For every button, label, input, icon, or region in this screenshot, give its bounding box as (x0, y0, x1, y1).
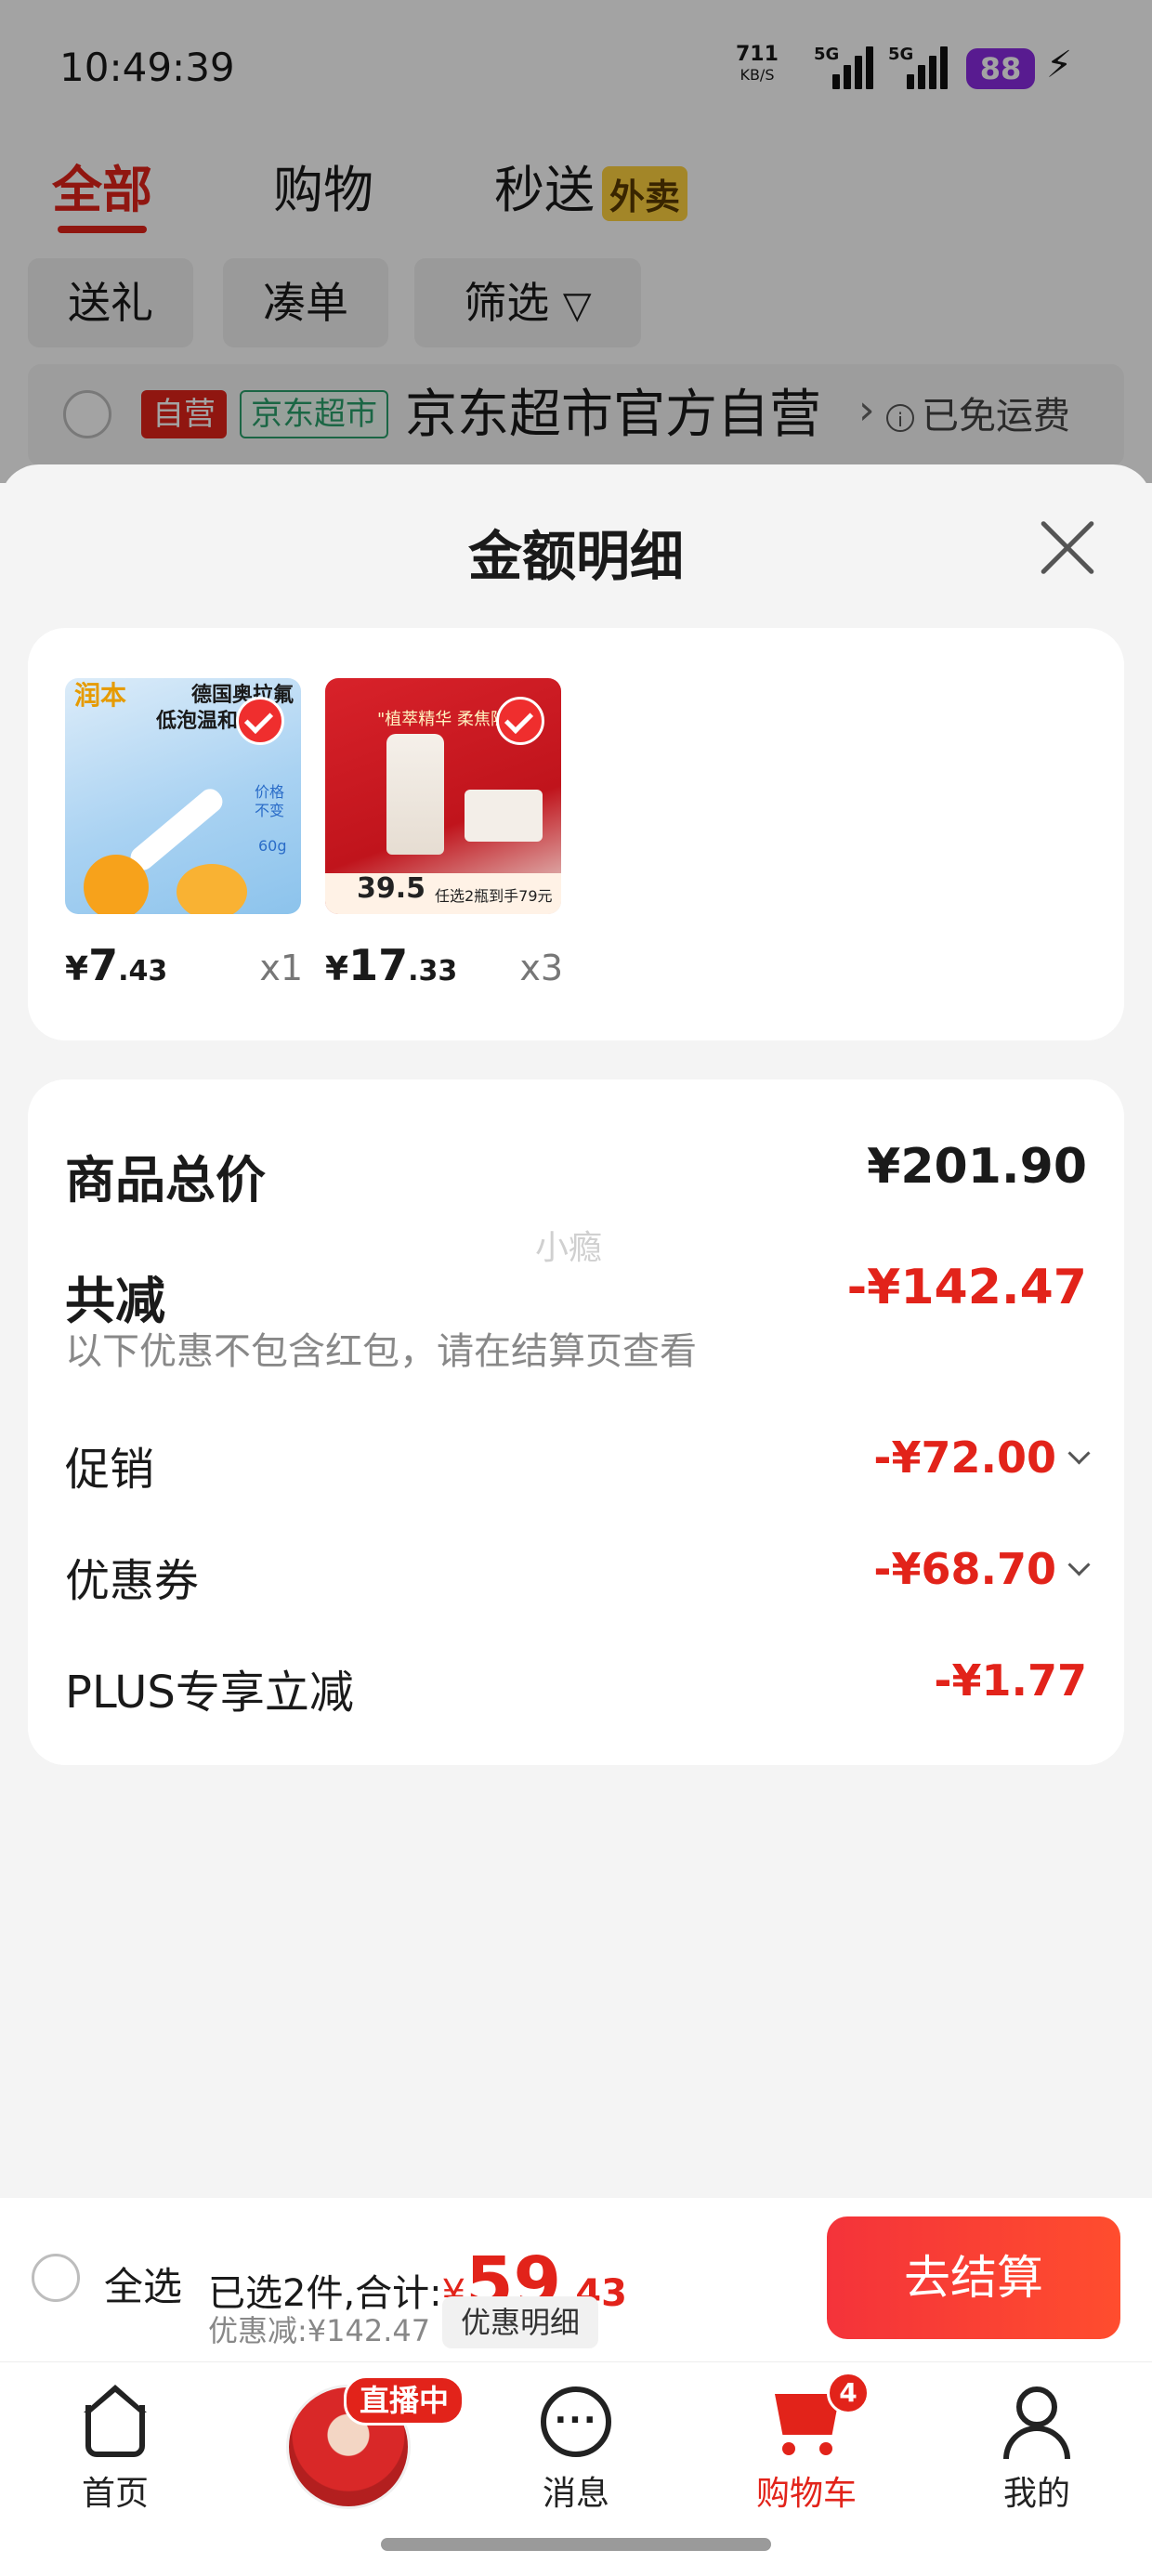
total-reduction-value: -¥142.47 (846, 1260, 1087, 1315)
tab-me-label: 我的 (1002, 2475, 1070, 2513)
product-price-dec: .33 (408, 955, 458, 987)
chevron-down-icon[interactable] (1067, 1442, 1091, 1465)
tab-cart[interactable]: 4 购物车 (732, 2372, 881, 2515)
chevron-down-icon[interactable] (1067, 1553, 1091, 1576)
product-price: ¥7.43 (65, 940, 167, 990)
coupon-row[interactable]: 优惠券 -¥68.70 (65, 1544, 1091, 1607)
modal-overlay[interactable] (0, 0, 1152, 483)
home-indicator[interactable] (381, 2538, 771, 2551)
product-price-dec: .43 (118, 955, 168, 987)
product-item[interactable]: "植萃精华 柔焦隐形毛 39.5 任选2瓶到手79元 ¥17.33 x3 (325, 678, 563, 990)
select-all-radio[interactable] (32, 2254, 80, 2302)
cart-page-background: 10:49:39 711 KB/S 5G 5G 88 ⚡ 全部 购物 秒送 外卖 … (0, 0, 1152, 483)
home-icon (78, 2385, 152, 2459)
tab-home-label: 首页 (81, 2475, 149, 2513)
profile-icon (1000, 2385, 1074, 2459)
discount-detail-button[interactable]: 优惠明细 (442, 2296, 599, 2348)
product-thumbnails-card: 润本 德国奥拉氟 低泡温和 价格 不变 60g ¥7.43 x1 "植萃精华 柔… (28, 628, 1124, 1040)
close-icon[interactable] (1037, 517, 1098, 578)
selected-check-icon (496, 697, 544, 745)
coupon-value: -¥68.70 (873, 1544, 1091, 1594)
total-reduction-row: 共减 -¥142.47 (65, 1260, 1087, 1330)
product-price: ¥17.33 (325, 940, 457, 990)
tab-home[interactable]: 首页 (41, 2385, 190, 2515)
plus-discount-row: PLUS专享立减 -¥1.77 (65, 1655, 1087, 1719)
total-price-row: 商品总价 ¥201.90 (65, 1139, 1087, 1210)
checkout-button[interactable]: 去结算 (827, 2216, 1120, 2339)
product-price-int: 17 (348, 940, 409, 990)
product-quantity: x3 (519, 948, 563, 988)
promotion-label: 促销 (65, 1444, 155, 1496)
sheet-title: 金额明细 (467, 525, 684, 588)
tab-me[interactable]: 我的 (962, 2385, 1111, 2515)
product-image-text: 润本 (74, 680, 127, 711)
product-image-text: 60g (258, 837, 287, 855)
product-image[interactable]: 润本 德国奥拉氟 低泡温和 价格 不变 60g (65, 678, 301, 914)
product-image[interactable]: "植萃精华 柔焦隐形毛 39.5 任选2瓶到手79元 (325, 678, 561, 914)
product-price-currency: ¥ (325, 950, 349, 988)
total-price-label: 商品总价 (65, 1151, 266, 1210)
product-item[interactable]: 润本 德国奥拉氟 低泡温和 价格 不变 60g ¥7.43 x1 (65, 678, 303, 990)
product-image-text: 39.5 (357, 872, 426, 905)
product-price-int: 7 (88, 940, 119, 990)
orange-slice (177, 864, 247, 914)
toothpaste-tube (125, 784, 228, 875)
promotion-amount: -¥72.00 (873, 1432, 1056, 1483)
promotion-value: -¥72.00 (873, 1432, 1091, 1483)
discount-summary: 优惠减:¥142.47 (208, 2313, 431, 2348)
serum-bottle (386, 734, 444, 855)
message-icon: ··· (539, 2385, 613, 2459)
total-price-value: ¥201.90 (867, 1139, 1087, 1195)
cart-count-badge: 4 (827, 2372, 870, 2414)
product-image-text: 不变 (255, 802, 285, 819)
product-image-text: 低泡温和 (156, 710, 239, 733)
promotion-row[interactable]: 促销 -¥72.00 (65, 1432, 1091, 1496)
product-price-currency: ¥ (65, 950, 89, 988)
tab-cart-label: 购物车 (755, 2475, 857, 2513)
orange-slice (84, 855, 149, 914)
plus-discount-value: -¥1.77 (934, 1655, 1087, 1706)
cart-icon: 4 (769, 2372, 870, 2459)
coupon-amount: -¥68.70 (873, 1544, 1056, 1594)
tab-messages[interactable]: ··· 消息 (502, 2385, 650, 2515)
reduction-note: 以下优惠不包含红包，请在结算页查看 (65, 1330, 697, 1373)
plus-discount-label: PLUS专享立减 (65, 1667, 354, 1719)
amount-detail-sheet: 金额明细 润本 德国奥拉氟 低泡温和 价格 不变 60g ¥7.43 x1 "植… (0, 464, 1152, 2198)
product-quantity: x1 (259, 948, 303, 988)
select-all-label[interactable]: 全选 (104, 2256, 182, 2312)
selected-check-icon (236, 697, 284, 745)
gift-box (465, 790, 543, 842)
coupon-label: 优惠券 (65, 1555, 200, 1607)
live-badge: 直播中 (344, 2375, 465, 2426)
checkout-bar: 全选 已选2件,合计:¥59.43 优惠减:¥142.47 优惠明细 去结算 (0, 2198, 1152, 2361)
price-summary-card: 小瘾 商品总价 ¥201.90 共减 -¥142.47 以下优惠不包含红包，请在… (28, 1079, 1124, 1765)
tab-messages-label: 消息 (542, 2475, 609, 2513)
product-image-text: 任选2瓶到手79元 (435, 887, 553, 905)
